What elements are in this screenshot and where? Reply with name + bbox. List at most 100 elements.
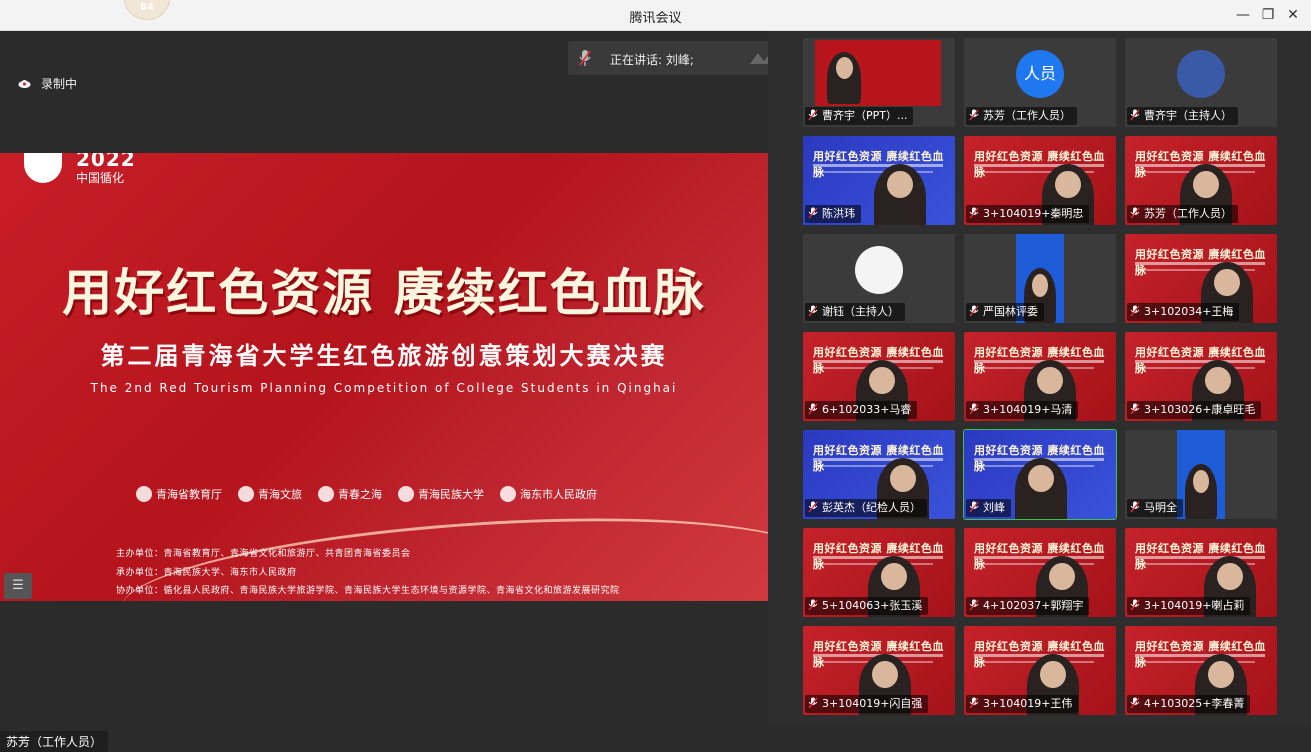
participant-name-tag: 3+103026+康卓旺毛 (1127, 401, 1262, 419)
participant-figure (827, 52, 861, 104)
participant-name: 曹齐宇（PPT）... (822, 109, 908, 122)
presentation-slide: 2022 中国循化 用好红色资源 赓续红色血脉 第二届青海省大学生红色旅游创意策… (0, 153, 768, 601)
mic-muted-icon (1130, 109, 1140, 121)
user-avatar (855, 246, 903, 294)
mic-muted-icon (1130, 305, 1140, 317)
mic-muted-icon (808, 501, 818, 513)
sponsor-logos: 青海省教育厅 青海文旅 青春之海 青海民族大学 海东市人民政府 (136, 486, 597, 502)
organizer-line: 协办单位：循化县人民政府、青海民族大学旅游学院、青海民族大学生态环境与资源学院、… (116, 586, 620, 596)
participant-tile[interactable]: 用好红色资源 赓续红色血脉 彭英杰（纪检人员） (803, 430, 955, 519)
title-bar: 84 腾讯会议 — ❐ ✕ (0, 0, 1311, 31)
participant-name-tag: 3+104019+马清 (966, 401, 1079, 419)
participant-tile[interactable]: 用好红色资源 赓续红色血脉 3+104019+喇占莉 (1125, 528, 1277, 617)
participant-tile[interactable]: 谢钰（主持人） (803, 234, 955, 323)
participant-face (1032, 273, 1048, 298)
participant-face (1049, 562, 1075, 591)
participant-face (1193, 469, 1209, 494)
youth-league-icon (318, 486, 334, 502)
education-dept-icon (136, 486, 152, 502)
participant-tile[interactable]: 用好红色资源 赓续红色血脉 6+102033+马睿 (803, 332, 955, 421)
participant-name: 苏芳（工作人员） (1144, 207, 1232, 220)
participant-tile[interactable]: 用好红色资源 赓续红色血脉 3+102034+王梅 (1125, 234, 1277, 323)
participant-name-tag: 3+104019+闪自强 (805, 695, 929, 713)
user-avatar (1177, 50, 1225, 98)
participant-name-tag: 曹齐宇（主持人） (1127, 107, 1238, 125)
participant-name-tag: 3+104019+秦明忠 (966, 205, 1090, 223)
logo-culture-tourism: 青海文旅 (238, 486, 302, 502)
ppt-thumbnail (815, 40, 941, 106)
participant-tile[interactable]: 曹齐宇（主持人） (1125, 38, 1277, 127)
event-emblem-icon (24, 153, 62, 183)
participant-tile[interactable]: 人员 苏芳（工作人员） (964, 38, 1116, 127)
participant-face (1037, 366, 1063, 395)
participant-face (881, 562, 907, 591)
recording-indicator[interactable]: 录制中 (18, 75, 77, 92)
mic-muted-icon (808, 403, 818, 415)
mic-muted-icon (969, 599, 979, 611)
participant-face (872, 660, 898, 689)
participant-face (1214, 268, 1240, 297)
participant-tile[interactable]: 严国林评委 (964, 234, 1116, 323)
speaking-text: 正在讲话: 刘峰; (610, 53, 694, 67)
list-menu-icon[interactable]: ☰ (4, 573, 32, 599)
participant-tile[interactable]: 用好红色资源 赓续红色血脉 3+103026+康卓旺毛 (1125, 332, 1277, 421)
slide-subtitle: 第二届青海省大学生红色旅游创意策划大赛决赛 (100, 342, 668, 370)
mic-muted-icon (969, 109, 979, 121)
logo-university: 青海民族大学 (398, 486, 484, 502)
mic-muted-icon (808, 697, 818, 709)
mic-muted-icon (808, 305, 818, 317)
window-title: 腾讯会议 (629, 11, 682, 26)
mic-muted-icon (808, 109, 818, 121)
participant-name: 苏芳（工作人员） (983, 109, 1071, 122)
minimize-button[interactable]: — (1232, 4, 1254, 26)
organizer-line: 主办单位：青海省教育厅、青海省文化和旅游厅、共青团青海省委员会 (116, 549, 411, 559)
participant-tile[interactable]: 用好红色资源 赓续红色血脉 4+103025+李春菁 (1125, 626, 1277, 715)
participant-tile[interactable]: 用好红色资源 赓续红色血脉 陈洪玮 (803, 136, 955, 225)
thumbnail-line (813, 556, 943, 559)
participant-tile[interactable]: 曹齐宇（PPT）... (803, 38, 955, 127)
participant-name-tag: 4+102037+郭翔宇 (966, 597, 1090, 615)
participant-name-tag: 3+102034+王梅 (1127, 303, 1240, 321)
participant-tile[interactable]: 用好红色资源 赓续红色血脉 5+104063+张玉溪 (803, 528, 955, 617)
thumbnail-line (1135, 367, 1255, 369)
mic-muted-icon (969, 305, 979, 317)
participant-tile[interactable]: 用好红色资源 赓续红色血脉 4+102037+郭翔宇 (964, 528, 1116, 617)
recording-label: 录制中 (41, 77, 78, 91)
close-button[interactable]: ✕ (1282, 4, 1304, 26)
participant-tile[interactable]: 用好红色资源 赓续红色血脉 3+104019+王伟 (964, 626, 1116, 715)
mic-muted-icon (969, 207, 979, 219)
participant-tile[interactable]: 马明全 (1125, 430, 1277, 519)
participant-name: 彭英杰（纪检人员） (822, 501, 921, 514)
participant-tile[interactable]: 用好红色资源 赓续红色血脉 3+104019+马清 (964, 332, 1116, 421)
participant-face (869, 366, 895, 395)
mic-muted-icon (969, 501, 979, 513)
mic-muted-icon (1130, 207, 1140, 219)
participant-name: 3+104019+闪自强 (822, 697, 923, 710)
portrait-video (1177, 430, 1225, 519)
participant-name: 陈洪玮 (822, 207, 855, 220)
participant-face (1205, 366, 1231, 395)
participant-tile[interactable]: 用好红色资源 赓续红色血脉 3+104019+秦明忠 (964, 136, 1116, 225)
participant-name: 3+104019+喇占莉 (1144, 599, 1245, 612)
participant-face (890, 464, 916, 493)
participant-name-tag: 刘峰 (966, 499, 1011, 517)
thumbnail-line (974, 164, 1104, 167)
participant-face (1055, 170, 1081, 199)
participant-name-tag: 严国林评委 (966, 303, 1044, 321)
mic-muted-icon (969, 697, 979, 709)
participant-tile[interactable]: 用好红色资源 赓续红色血脉 刘峰 (963, 429, 1117, 520)
slide-english-title: The 2nd Red Tourism Planning Competition… (90, 381, 678, 395)
participant-name: 3+104019+王伟 (983, 697, 1073, 710)
participant-name-tag: 6+102033+马睿 (805, 401, 918, 419)
mic-muted-icon (969, 403, 979, 415)
participant-tile[interactable]: 用好红色资源 赓续红色血脉 3+104019+闪自强 (803, 626, 955, 715)
university-icon (398, 486, 414, 502)
participant-name-tag: 苏芳（工作人员） (1127, 205, 1238, 223)
participant-name: 5+104063+张玉溪 (822, 599, 923, 612)
mic-muted-icon (1130, 697, 1140, 709)
restore-button[interactable]: ❐ (1257, 4, 1279, 26)
participant-name-tag: 4+103025+李春菁 (1127, 695, 1251, 713)
participant-tile[interactable]: 用好红色资源 赓续红色血脉 苏芳（工作人员） (1125, 136, 1277, 225)
mic-muted-icon (1130, 403, 1140, 415)
participant-name: 4+102037+郭翔宇 (983, 599, 1084, 612)
